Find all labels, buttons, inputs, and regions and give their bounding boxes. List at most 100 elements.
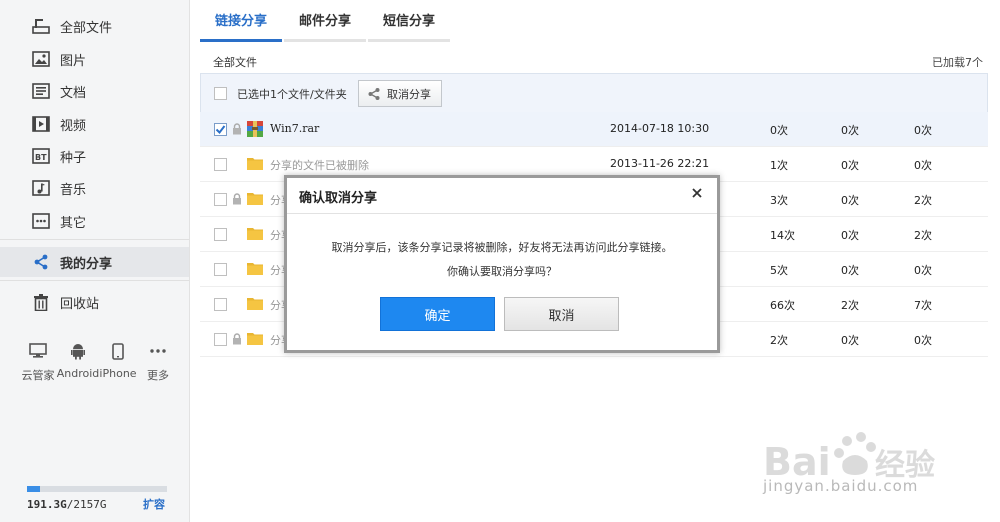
close-icon[interactable]	[689, 185, 705, 201]
device-links: 云管家 Android iPhone 更多	[18, 340, 178, 383]
share-tabs: 链接分享 邮件分享 短信分享	[200, 0, 452, 42]
storage-quota-bar	[27, 486, 167, 492]
row-checkbox[interactable]	[214, 263, 227, 276]
folder-tree-icon	[31, 16, 51, 36]
sidebar-item-docs[interactable]: 文档	[0, 76, 189, 106]
confirm-unshare-dialog: 确认取消分享 取消分享后，该条分享记录将被删除，好友将无法再访问此分享链接。 你…	[284, 175, 720, 353]
row-checkbox[interactable]	[214, 298, 227, 311]
folder-icon	[247, 296, 263, 310]
android-icon	[71, 340, 85, 362]
image-icon	[31, 49, 51, 69]
unshare-button-label: 取消分享	[387, 87, 431, 101]
download-count: 66次	[770, 299, 795, 312]
view-count: 0次	[914, 264, 932, 277]
device-cloud-manager[interactable]: 云管家	[18, 340, 58, 383]
watermark-url: jingyan.baidu.com	[763, 477, 919, 495]
table-row[interactable]: Win7.rar 2014-07-18 10:30 0次 0次 0次	[200, 112, 988, 147]
dialog-title: 确认取消分享	[299, 191, 378, 206]
sidebar-item-my-shares[interactable]: 我的分享	[0, 247, 189, 277]
row-checkbox[interactable]	[214, 158, 227, 171]
folder-icon	[247, 261, 263, 275]
view-count: 7次	[914, 299, 932, 312]
save-count: 0次	[841, 194, 859, 207]
sidebar-item-other[interactable]: 其它	[0, 206, 189, 236]
storage-quota-text: 191.3G/2157G	[27, 498, 107, 511]
save-count: 0次	[841, 124, 859, 137]
sidebar-item-recycle-bin[interactable]: 回收站	[0, 287, 189, 317]
save-count: 0次	[841, 334, 859, 347]
lock-icon	[232, 333, 242, 345]
tab-link-share[interactable]: 链接分享	[200, 0, 282, 42]
sidebar-item-all-files[interactable]: 全部文件	[0, 11, 189, 41]
more-icon	[31, 211, 51, 231]
dots-icon	[150, 340, 166, 362]
lock-icon	[232, 193, 242, 205]
storage-used: 191.3G	[27, 498, 67, 511]
file-name[interactable]: 分享的文件已被删除	[270, 157, 369, 173]
select-all-checkbox[interactable]	[214, 87, 227, 100]
sidebar-item-torrents[interactable]: BT 种子	[0, 141, 189, 171]
dialog-header: 确认取消分享	[287, 178, 717, 214]
download-count: 1次	[770, 159, 788, 172]
view-count: 2次	[914, 229, 932, 242]
sidebar-item-label: 视频	[60, 118, 87, 134]
download-count: 3次	[770, 194, 788, 207]
loaded-count: 已加载7个	[932, 56, 983, 69]
row-checkbox[interactable]	[214, 123, 227, 136]
save-count: 0次	[841, 229, 859, 242]
folder-icon	[247, 226, 263, 240]
device-iphone[interactable]: iPhone	[98, 340, 138, 383]
download-count: 14次	[770, 229, 795, 242]
download-count: 2次	[770, 334, 788, 347]
selection-bar: 已选中1个文件/文件夹 取消分享	[200, 73, 988, 113]
dialog-message: 取消分享后，该条分享记录将被删除，好友将无法再访问此分享链接。	[331, 241, 673, 254]
document-icon	[31, 81, 51, 101]
share-date: 2013-11-26 22:21	[610, 157, 710, 170]
expand-storage-link[interactable]: 扩容	[143, 496, 165, 512]
device-more[interactable]: 更多	[138, 340, 178, 383]
tab-sms-share[interactable]: 短信分享	[368, 0, 450, 42]
device-label: Android	[56, 367, 100, 380]
share-icon	[31, 252, 51, 272]
save-count: 0次	[841, 264, 859, 277]
sidebar-divider	[0, 280, 189, 281]
confirm-button[interactable]: 确定	[380, 297, 495, 331]
download-count: 5次	[770, 264, 788, 277]
view-count: 2次	[914, 194, 932, 207]
folder-icon	[247, 331, 263, 345]
folder-icon	[247, 156, 263, 170]
tab-email-share[interactable]: 邮件分享	[284, 0, 366, 42]
sidebar-item-images[interactable]: 图片	[0, 44, 189, 74]
view-count: 0次	[914, 334, 932, 347]
unshare-button[interactable]: 取消分享	[358, 80, 442, 107]
file-name[interactable]: Win7.rar	[270, 122, 319, 135]
row-checkbox[interactable]	[214, 228, 227, 241]
storage-quota-fill	[27, 486, 40, 492]
sidebar-divider	[0, 239, 189, 240]
sidebar-item-label: 我的分享	[60, 256, 113, 272]
rar-file-icon	[247, 121, 263, 137]
sidebar-item-label: 图片	[60, 53, 87, 69]
lock-icon	[232, 123, 242, 135]
download-count: 0次	[770, 124, 788, 137]
phone-icon	[112, 340, 124, 362]
row-checkbox[interactable]	[214, 193, 227, 206]
share-date: 2014-07-18 10:30	[610, 122, 710, 135]
view-count: 0次	[914, 124, 932, 137]
view-count: 0次	[914, 159, 932, 172]
share-icon	[367, 87, 381, 101]
sidebar-item-label: 音乐	[60, 182, 87, 198]
dialog-question: 你确认要取消分享吗？	[447, 265, 557, 278]
svg-text:BT: BT	[35, 153, 47, 162]
sidebar-item-music[interactable]: 音乐	[0, 173, 189, 203]
save-count: 0次	[841, 159, 859, 172]
cancel-button[interactable]: 取消	[504, 297, 619, 331]
row-checkbox[interactable]	[214, 333, 227, 346]
sidebar-item-label: 全部文件	[60, 20, 113, 36]
breadcrumb[interactable]: 全部文件	[213, 54, 257, 70]
sidebar-item-videos[interactable]: 视频	[0, 109, 189, 139]
sidebar-item-label: 其它	[60, 215, 87, 231]
device-android[interactable]: Android	[56, 340, 100, 383]
storage-total: /2157G	[66, 498, 107, 511]
sidebar-item-label: 种子	[60, 150, 87, 166]
